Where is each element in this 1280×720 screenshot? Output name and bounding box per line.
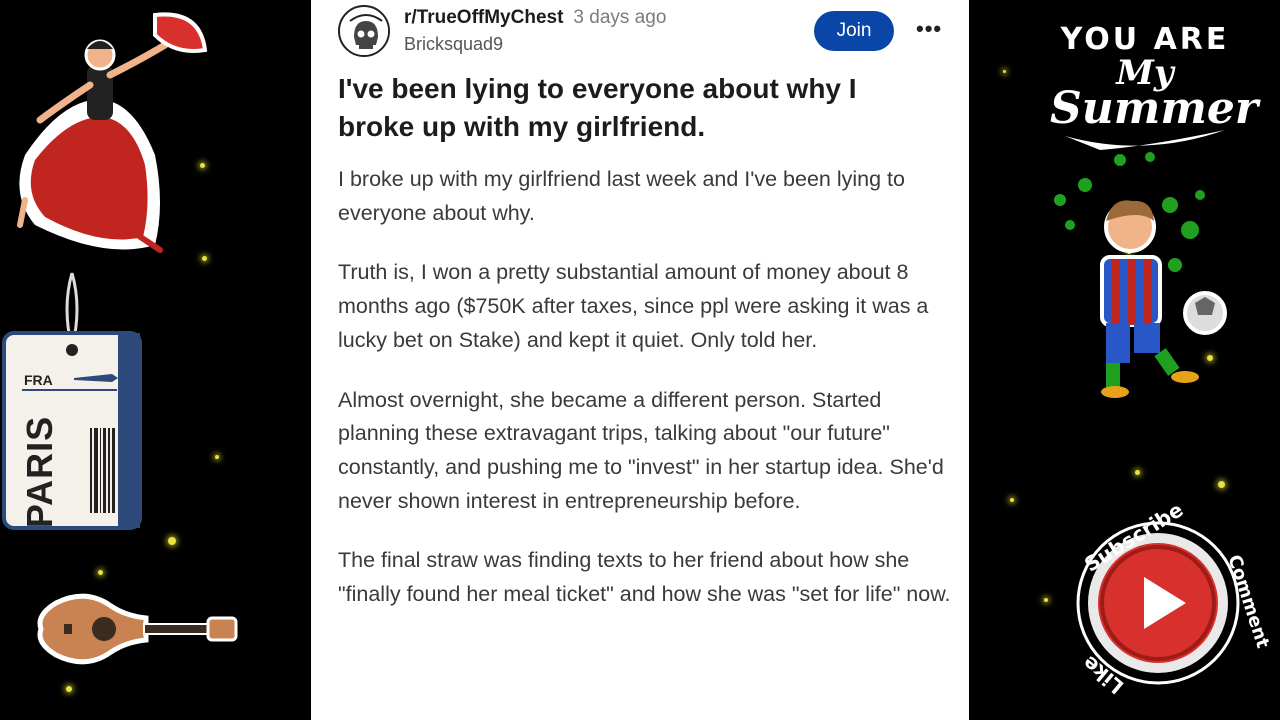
post-meta: r/TrueOffMyChest 3 days ago Bricksquad9 — [404, 7, 666, 55]
tag-city: PARIS — [19, 415, 61, 529]
subreddit-name[interactable]: r/TrueOffMyChest — [404, 7, 563, 28]
more-options-icon[interactable]: ••• — [916, 18, 942, 40]
sparkle — [168, 537, 176, 545]
sparkle — [215, 455, 219, 459]
post-paragraph: The final straw was finding texts to her… — [338, 548, 951, 607]
reddit-post-card: r/TrueOffMyChest 3 days ago Bricksquad9 J… — [311, 0, 969, 720]
subscribe-play-sticker[interactable]: Subscribe Comment Like — [1060, 497, 1273, 705]
post-paragraph: I broke up with my girlfriend last week … — [338, 167, 905, 225]
post-author[interactable]: Bricksquad9 — [404, 34, 666, 55]
post-header: r/TrueOffMyChest 3 days ago Bricksquad9 J… — [338, 5, 949, 61]
soccer-kid-sticker — [1054, 152, 1227, 398]
sparkle — [98, 570, 103, 575]
flamenco-dancer-sticker — [17, 12, 208, 253]
tag-code: FRA — [24, 372, 53, 388]
skull-avatar-icon — [342, 9, 388, 55]
post-title: I've been lying to everyone about why I … — [338, 73, 857, 142]
guitar-sticker — [37, 593, 238, 665]
subreddit-avatar[interactable] — [338, 5, 390, 57]
sparkle — [1003, 70, 1006, 73]
post-body: I broke up with my girlfriend last week … — [338, 163, 953, 638]
sticker-line: YOU ARE — [1060, 22, 1230, 57]
post-paragraph: Almost overnight, she became a different… — [338, 387, 944, 513]
post-time: 3 days ago — [573, 7, 667, 28]
sparkle — [1010, 498, 1014, 502]
luggage-tag-sticker: FRA PARIS — [2, 268, 142, 530]
sparkle — [1135, 470, 1140, 475]
sticker-line: Summer — [1050, 83, 1259, 134]
sparkle — [1218, 481, 1225, 488]
post-paragraph: Truth is, I won a pretty substantial amo… — [338, 260, 929, 352]
sparkle — [66, 686, 72, 692]
you-are-my-summer-sticker: YOU ARE My Summer — [1050, 22, 1259, 158]
sparkle — [1044, 598, 1048, 602]
join-button[interactable]: Join — [814, 11, 894, 51]
